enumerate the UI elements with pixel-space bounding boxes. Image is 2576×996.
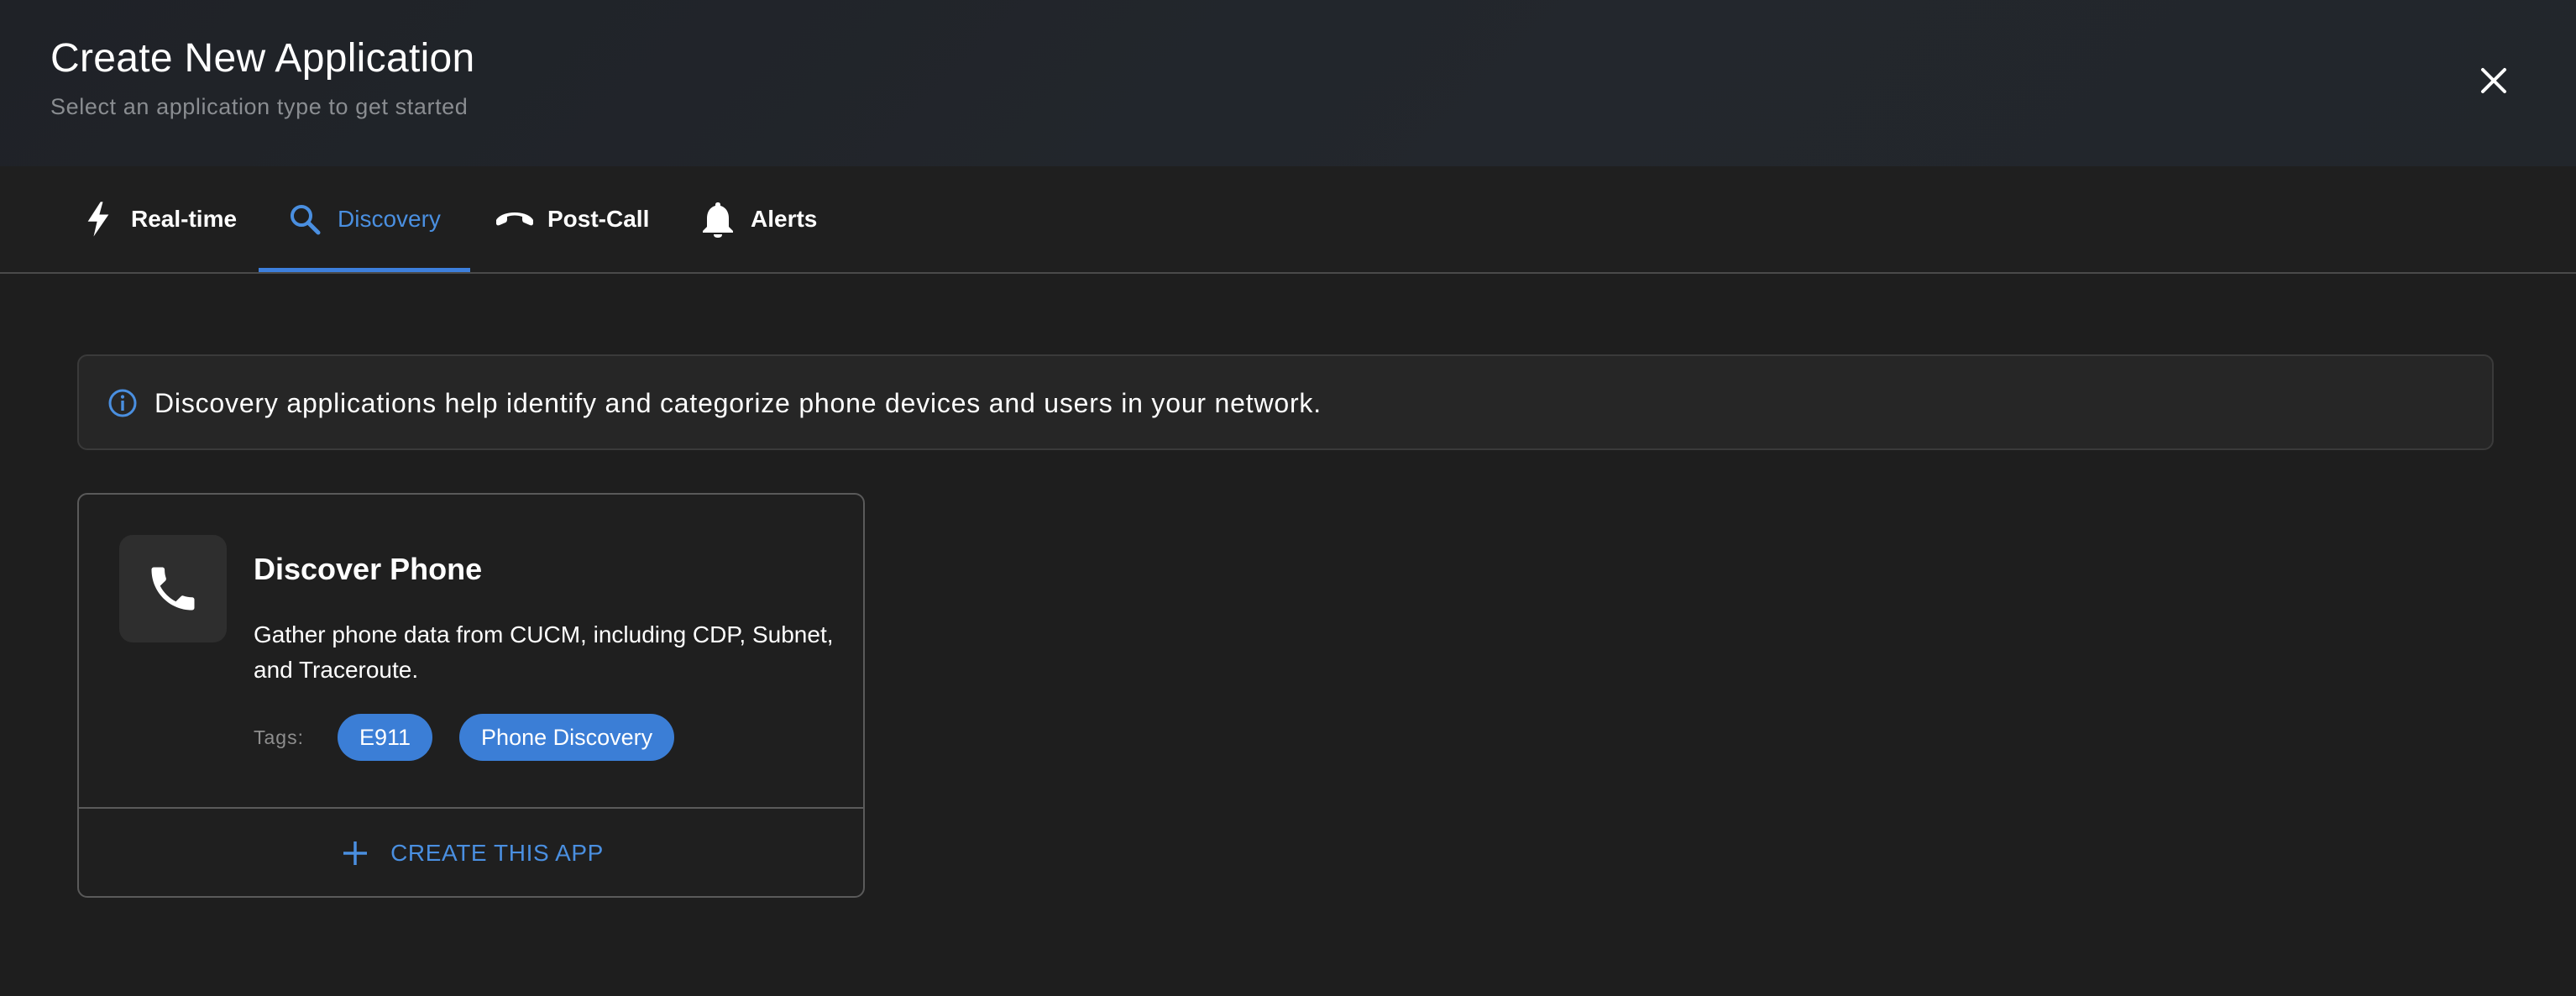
bell-icon — [697, 198, 739, 240]
dialog-subtitle: Select an application type to get starte… — [50, 94, 469, 119]
tags-label: Tags: — [254, 726, 304, 748]
application-type-tabs: Real-time Discovery Post-Call Alerts — [0, 166, 2576, 274]
tags-row: Tags: E911 Phone Discovery — [254, 713, 701, 762]
create-app-label: CREATE THIS APP — [390, 840, 604, 866]
tab-label: Real-time — [131, 206, 238, 232]
close-button[interactable] — [2469, 55, 2519, 106]
tab-label: Discovery — [338, 206, 441, 232]
tag-chip[interactable]: Phone Discovery — [459, 714, 675, 761]
create-application-dialog: Create New Application Select an applica… — [0, 0, 2576, 996]
phone-icon — [151, 567, 195, 611]
info-alert: Discovery applications help identify and… — [77, 354, 2494, 450]
tag-chip[interactable]: E911 — [337, 714, 433, 761]
search-icon — [284, 198, 326, 240]
tab-label: Alerts — [751, 206, 818, 232]
tab-real-time[interactable]: Real-time — [77, 166, 237, 272]
tab-label: Post-Call — [547, 206, 650, 232]
tab-alerts[interactable]: Alerts — [697, 166, 817, 272]
app-card-discover-phone: Discover Phone Gather phone data from CU… — [77, 493, 865, 898]
info-icon — [108, 389, 137, 417]
active-tab-indicator — [259, 268, 470, 272]
info-message: Discovery applications help identify and… — [154, 388, 1322, 418]
call-end-icon — [494, 198, 536, 240]
app-description: Gather phone data from CUCM, including C… — [254, 621, 834, 683]
app-name: Discover Phone — [254, 552, 483, 586]
plus-icon — [343, 841, 368, 865]
dialog-title: Create New Application — [50, 36, 475, 81]
tab-post-call[interactable]: Post-Call — [494, 166, 649, 272]
close-icon — [2481, 68, 2506, 93]
tab-discovery[interactable]: Discovery — [284, 166, 441, 272]
lightning-icon — [77, 198, 119, 240]
app-icon-container — [119, 535, 227, 642]
dialog-header: Create New Application Select an applica… — [0, 0, 2576, 166]
create-app-button[interactable]: CREATE THIS APP — [79, 809, 863, 896]
